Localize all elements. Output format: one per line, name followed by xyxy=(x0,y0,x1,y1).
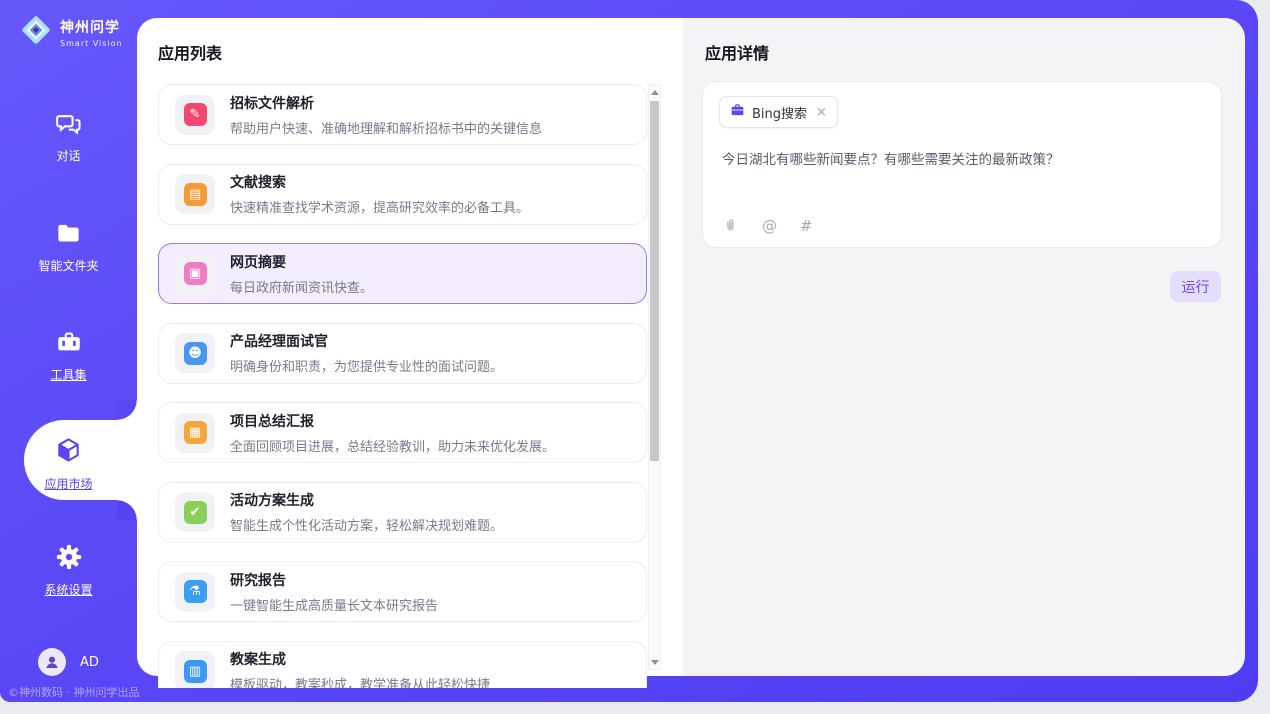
app-name: 招标文件解析 xyxy=(230,93,542,113)
sidebar-item-app-market[interactable]: 应用市场 xyxy=(0,436,137,492)
app-card-event-plan-generator[interactable]: ✔ 活动方案生成智能生成个性化活动方案，轻松解决规划难题。 xyxy=(158,482,647,543)
sidebar-item-label: 对话 xyxy=(56,147,80,164)
app-window: 神州问学 Smart Vision 对话 xyxy=(0,0,1270,714)
app-desc: 快速精准查找学术资源，提高研究效率的必备工具。 xyxy=(230,197,529,216)
folder-icon xyxy=(55,220,82,251)
app-name: 项目总结汇报 xyxy=(230,411,555,431)
app-card-bid-document-analysis[interactable]: ✎ 招标文件解析帮助用户快速、准确地理解和解析招标书中的关键信息 xyxy=(158,84,647,145)
scrollbar-thumb[interactable] xyxy=(650,101,659,461)
brand-logo: 神州问学 Smart Vision xyxy=(20,14,123,50)
brand-subtitle: Smart Vision xyxy=(60,39,123,48)
app-card-pm-interviewer[interactable]: ☻ 产品经理面试官明确身份和职责，为您提供专业性的面试问题。 xyxy=(158,323,647,384)
composer-toolbar: @ # xyxy=(722,217,813,235)
cube-icon xyxy=(54,436,83,469)
avatar xyxy=(38,648,66,676)
app-list-panel: 应用列表 ✎ 招标文件解析帮助用户快速、准确地理解和解析招标书中的关键信息 ▤ … xyxy=(137,18,683,676)
sidebar-item-label: 工具集 xyxy=(50,366,86,383)
microscope-icon: ⚗ xyxy=(175,572,215,612)
list-scrollbar[interactable] xyxy=(648,84,661,670)
app-name: 文献搜索 xyxy=(230,172,529,192)
tool-tag-label: Bing搜索 xyxy=(752,103,807,122)
app-card-list: ✎ 招标文件解析帮助用户快速、准确地理解和解析招标书中的关键信息 ▤ 文献搜索快… xyxy=(158,84,647,688)
app-card-webpage-summary[interactable]: ▣ 网页摘要每日政府新闻资讯快查。 xyxy=(158,243,647,304)
user-initials: AD xyxy=(80,655,99,670)
app-name: 网页摘要 xyxy=(230,252,373,272)
sidebar-item-smart-folder[interactable]: 智能文件夹 xyxy=(0,220,137,274)
app-desc: 智能生成个性化活动方案，轻松解决规划难题。 xyxy=(230,515,503,534)
content-area: 应用列表 ✎ 招标文件解析帮助用户快速、准确地理解和解析招标书中的关键信息 ▤ … xyxy=(137,18,1245,676)
user-account[interactable]: AD xyxy=(38,648,99,676)
chat-icon xyxy=(55,110,82,141)
diamond-logo-icon xyxy=(20,14,52,50)
webpage-code-icon: ▣ xyxy=(175,254,215,294)
app-detail-title: 应用详情 xyxy=(705,40,769,64)
app-desc: 全面回顾项目进展，总结经验教训，助力未来优化发展。 xyxy=(230,436,555,455)
prompt-card: Bing搜索 × 今日湖北有哪些新闻要点？有哪些需要关注的最新政策？ @ # xyxy=(702,81,1222,248)
run-button[interactable]: 运行 xyxy=(1170,271,1221,302)
app-detail-panel: 应用详情 Bing搜索 × 今日湖北有哪些新闻要点？ xyxy=(683,18,1245,676)
app-card-research-report[interactable]: ⚗ 研究报告一键智能生成高质量长文本研究报告 xyxy=(158,561,647,622)
sidebar-item-toolbox[interactable]: 工具集 xyxy=(0,328,137,383)
sidebar-item-label: 系统设置 xyxy=(44,581,92,598)
app-name: 活动方案生成 xyxy=(230,490,503,510)
attachment-icon[interactable] xyxy=(722,218,739,235)
edit-document-icon: ✎ xyxy=(175,95,215,135)
app-frame: 神州问学 Smart Vision 对话 xyxy=(0,0,1258,702)
app-desc: 每日政府新闻资讯快查。 xyxy=(230,277,373,296)
sidebar-item-settings[interactable]: 系统设置 xyxy=(0,543,137,598)
app-name: 教案生成 xyxy=(230,649,490,669)
clipboard-check-icon: ✔ xyxy=(175,492,215,532)
book-icon: ▤ xyxy=(175,174,215,214)
prompt-input[interactable]: 今日湖北有哪些新闻要点？有哪些需要关注的最新政策？ xyxy=(722,150,1201,170)
hashtag-icon[interactable]: # xyxy=(800,217,813,235)
scroll-down-arrow[interactable] xyxy=(649,655,660,669)
app-card-lesson-plan-generator[interactable]: ▥ 教案生成模板驱动，教案秒成，教学准备从此轻松快捷 xyxy=(158,641,647,689)
briefcase-icon xyxy=(730,103,745,122)
app-name: 产品经理面试官 xyxy=(230,331,503,351)
sidebar-item-label: 应用市场 xyxy=(44,475,92,492)
sidebar-item-chat[interactable]: 对话 xyxy=(0,110,137,164)
books-icon: ▥ xyxy=(175,651,215,688)
mention-icon[interactable]: @ xyxy=(762,217,777,235)
copyright-footer: ©神州数码 · 神州问学出品 xyxy=(8,684,140,700)
sidebar: 神州问学 Smart Vision 对话 xyxy=(0,0,137,702)
scroll-up-arrow[interactable] xyxy=(649,85,660,99)
app-desc: 明确身份和职责，为您提供专业性的面试问题。 xyxy=(230,356,503,375)
sidebar-item-label: 智能文件夹 xyxy=(38,257,98,274)
toolbox-icon xyxy=(55,328,83,360)
app-list-title: 应用列表 xyxy=(158,40,222,64)
tool-tag-close-icon[interactable]: × xyxy=(816,105,827,120)
tool-tag-bing-search[interactable]: Bing搜索 × xyxy=(719,96,838,128)
app-desc: 帮助用户快速、准确地理解和解析招标书中的关键信息 xyxy=(230,118,542,137)
calendar-report-icon: ▦ xyxy=(175,413,215,453)
app-card-literature-search[interactable]: ▤ 文献搜索快速精准查找学术资源，提高研究效率的必备工具。 xyxy=(158,164,647,225)
app-desc: 模板驱动，教案秒成，教学准备从此轻松快捷 xyxy=(230,674,490,688)
app-desc: 一键智能生成高质量长文本研究报告 xyxy=(230,595,438,614)
gear-icon xyxy=(55,543,83,575)
app-card-project-summary[interactable]: ▦ 项目总结汇报全面回顾项目进展，总结经验教训，助力未来优化发展。 xyxy=(158,402,647,463)
brand-name: 神州问学 xyxy=(60,17,123,37)
interviewer-icon: ☻ xyxy=(175,333,215,373)
app-name: 研究报告 xyxy=(230,570,438,590)
